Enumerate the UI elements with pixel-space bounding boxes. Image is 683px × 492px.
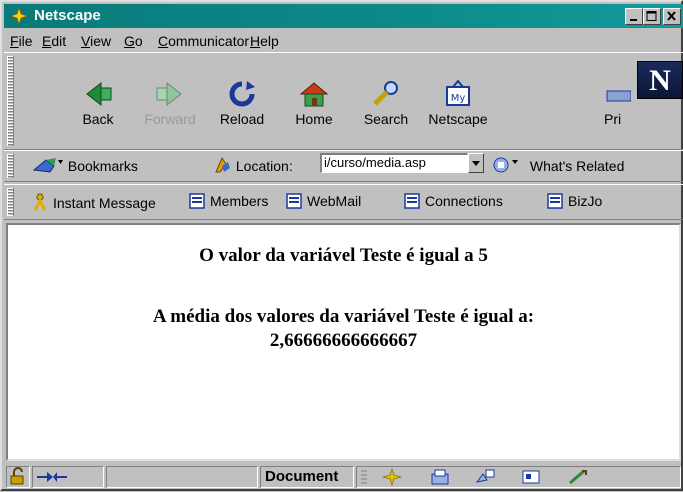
close-icon (667, 11, 676, 21)
average-value-text: 2,66666666666667 (269, 330, 418, 351)
online-connection-icon (37, 472, 67, 482)
menu-file[interactable]: File (10, 33, 33, 49)
online-status-cell[interactable] (32, 466, 104, 488)
status-text: Document (265, 468, 339, 485)
forward-arrow-icon (156, 81, 182, 107)
location-icon (215, 156, 230, 173)
browser-window: Netscape File Edit View Go Communicator … (0, 0, 683, 491)
netscape-portal-icon: My (446, 79, 470, 106)
connections-button[interactable]: Connections (404, 193, 503, 209)
menu-bar: File Edit View Go Communicator Help (4, 30, 683, 52)
back-arrow-icon (86, 81, 112, 107)
home-icon (299, 82, 329, 107)
component-grip-icon (361, 470, 367, 484)
status-bar: Document (4, 463, 683, 489)
location-dropdown-button[interactable] (468, 153, 484, 173)
navigator-icon[interactable] (381, 468, 403, 486)
title-bar[interactable]: Netscape (4, 4, 683, 28)
minimize-button[interactable] (625, 8, 643, 25)
bizjournal-button[interactable]: BizJo (547, 193, 602, 209)
toolbar-grip[interactable] (7, 154, 14, 178)
whats-related-icon (493, 157, 518, 173)
instant-message-button[interactable]: Instant Message (32, 193, 156, 211)
bookmarks-icon (32, 158, 63, 173)
variable-value-text: O valor da variável Teste é igual a 5 (199, 245, 488, 266)
reload-icon (229, 81, 255, 107)
mail-icon[interactable] (429, 468, 451, 486)
minimize-icon (630, 19, 637, 21)
status-text-cell: Document (260, 466, 354, 488)
print-button[interactable]: Pri (594, 77, 634, 133)
page-content: O valor da variável Teste é igual a 5 A … (6, 223, 681, 461)
netscape-app-icon (10, 7, 28, 25)
location-label: Location: (212, 156, 293, 174)
search-icon (373, 81, 398, 106)
forward-button[interactable]: Forward (134, 77, 206, 133)
search-button[interactable]: Search (350, 77, 422, 133)
location-url-input[interactable]: i/curso/media.asp (320, 153, 468, 173)
composer-icon[interactable] (567, 468, 589, 486)
navigation-toolbar: Back Forward Reload Home Search My Netsc… (4, 52, 683, 150)
address-book-icon[interactable] (520, 468, 542, 486)
menu-edit[interactable]: Edit (42, 33, 66, 49)
bookmark-page-icon (547, 193, 563, 209)
menu-communicator[interactable]: Communicator (158, 33, 249, 49)
progress-cell (106, 466, 258, 488)
maximize-icon (646, 11, 657, 21)
menu-help[interactable]: Help (250, 33, 279, 49)
toolbar-grip[interactable] (7, 188, 14, 216)
personal-toolbar: Instant Message Members WebMail Connecti… (4, 184, 683, 220)
bookmarks-button[interactable]: Bookmarks (32, 156, 138, 174)
menu-go[interactable]: Go (124, 33, 143, 49)
security-lock-icon (10, 467, 24, 485)
reload-button[interactable]: Reload (206, 77, 278, 133)
bookmark-page-icon (189, 193, 205, 209)
maximize-button[interactable] (643, 8, 661, 25)
security-cell[interactable] (6, 466, 30, 488)
average-label-text: A média dos valores da variável Teste é … (152, 306, 535, 327)
bookmark-page-icon (286, 193, 302, 209)
netscape-button[interactable]: My Netscape (422, 77, 494, 133)
window-title: Netscape (34, 7, 101, 24)
component-bar (356, 466, 681, 488)
close-button[interactable] (663, 8, 681, 25)
print-icon (606, 90, 631, 102)
toolbar-grip[interactable] (7, 56, 14, 146)
webmail-button[interactable]: WebMail (286, 193, 361, 209)
netscape-logo[interactable]: N (637, 61, 683, 99)
instant-message-icon (33, 193, 47, 211)
newsgroups-icon[interactable] (474, 468, 496, 486)
bookmark-page-icon (404, 193, 420, 209)
members-button[interactable]: Members (189, 193, 268, 209)
menu-view[interactable]: View (81, 33, 111, 49)
back-button[interactable]: Back (62, 77, 134, 133)
whats-related-button[interactable]: What's Related (492, 156, 624, 174)
svg-text:My: My (451, 93, 466, 104)
location-toolbar: Bookmarks Location: i/curso/media.asp Wh… (4, 150, 683, 182)
home-button[interactable]: Home (278, 77, 350, 133)
